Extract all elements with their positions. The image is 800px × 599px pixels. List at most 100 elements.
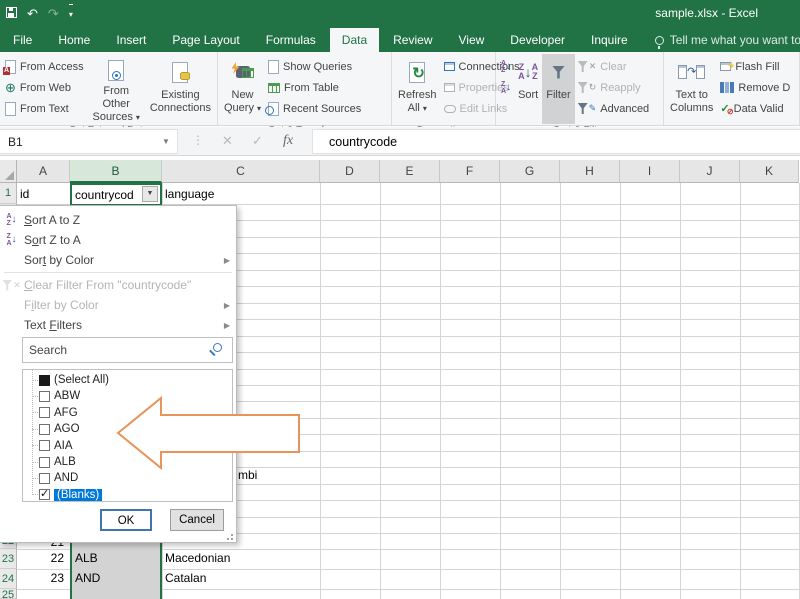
- reapply-button[interactable]: ↻Reapply: [575, 77, 652, 98]
- checkbox-mixed[interactable]: [39, 375, 50, 386]
- tell-me[interactable]: Tell me what you want to do...: [655, 28, 800, 52]
- cell-b24[interactable]: AND: [75, 571, 100, 585]
- button-label: Text to: [676, 89, 708, 102]
- flash-fill-button[interactable]: Flash Fill: [717, 56, 793, 77]
- ok-button[interactable]: OK: [100, 509, 152, 531]
- column-header-e[interactable]: E: [380, 160, 440, 183]
- filter-search-input[interactable]: [22, 337, 233, 363]
- cell-a23[interactable]: 22: [20, 551, 64, 565]
- column-header-h[interactable]: H: [560, 160, 620, 183]
- advanced-button[interactable]: ✎Advanced: [575, 98, 652, 119]
- show-queries-button[interactable]: Show Queries: [265, 56, 364, 77]
- text-to-columns-button[interactable]: ↷Text toColumns: [666, 54, 717, 124]
- sort-az-button[interactable]: AZ↓: [498, 56, 514, 77]
- tab-file[interactable]: File: [1, 28, 44, 52]
- column-header-k[interactable]: K: [740, 160, 799, 183]
- cancel-entry-icon[interactable]: ✕: [222, 133, 233, 149]
- qat-customize-icon[interactable]: ▾: [69, 4, 73, 24]
- column-header-c[interactable]: C: [162, 160, 320, 183]
- row-header-1[interactable]: 1: [0, 183, 17, 204]
- cell-c24[interactable]: Catalan: [165, 571, 206, 585]
- tab-formulas[interactable]: Formulas: [254, 28, 328, 52]
- filter-value-and[interactable]: AND: [23, 470, 232, 486]
- sort-za-button[interactable]: ZA↓: [498, 77, 514, 98]
- column-header-b[interactable]: B: [70, 160, 162, 183]
- tab-developer[interactable]: Developer: [498, 28, 577, 52]
- undo-icon[interactable]: ↶: [27, 5, 38, 23]
- checkbox-unchecked[interactable]: [39, 457, 50, 468]
- column-header-g[interactable]: G: [500, 160, 560, 183]
- new-query-button[interactable]: NewQuery ▾: [220, 54, 265, 124]
- menu-item-filter-by-color[interactable]: Filter by Color▶: [0, 295, 236, 315]
- cell-a24[interactable]: 23: [20, 571, 64, 585]
- redo-icon[interactable]: ↷: [48, 5, 59, 23]
- from-web-button[interactable]: ⊕From Web: [2, 77, 87, 98]
- checkbox-checked[interactable]: [39, 489, 50, 500]
- insert-function-icon[interactable]: fx: [283, 133, 293, 149]
- from-other-sources-button[interactable]: From OtherSources ▾: [87, 54, 146, 124]
- from-text-button[interactable]: From Text: [2, 98, 87, 119]
- b1-filter-dropdown-button[interactable]: ▼: [142, 186, 158, 202]
- column-header-d[interactable]: D: [320, 160, 380, 183]
- select-all-corner[interactable]: [0, 160, 17, 183]
- cancel-button[interactable]: Cancel: [170, 509, 224, 531]
- save-icon[interactable]: [6, 5, 17, 23]
- row-header-23[interactable]: 23: [0, 549, 17, 569]
- filter-value-alb[interactable]: ALB: [23, 454, 232, 470]
- cell-c1[interactable]: language: [165, 187, 214, 201]
- tab-data[interactable]: Data: [330, 28, 379, 52]
- ribbon-group-sort-filter: AZ↓ZA↓ZA↓AZSortFilter✕Clear↻Reapply✎Adva…: [496, 52, 664, 125]
- cell-a1[interactable]: id: [20, 187, 29, 201]
- row-header-24[interactable]: 24: [0, 569, 17, 589]
- data-valid-button[interactable]: ✓⊘Data Valid: [717, 98, 793, 119]
- checkbox-unchecked[interactable]: [39, 473, 50, 484]
- checkbox-unchecked[interactable]: [39, 424, 50, 435]
- filter-value-label: (Blanks): [54, 489, 102, 501]
- show-queries-icon: [268, 60, 279, 74]
- menu-resize-grip[interactable]: [225, 532, 233, 540]
- tab-review[interactable]: Review: [381, 28, 444, 52]
- tab-insert[interactable]: Insert: [104, 28, 158, 52]
- tab-page-layout[interactable]: Page Layout: [160, 28, 251, 52]
- menu-item-sort-a-to-z[interactable]: AZ↓Sort A to Z: [0, 210, 236, 230]
- formula-input[interactable]: countrycode: [312, 129, 800, 154]
- enter-entry-icon[interactable]: ✓: [252, 133, 263, 149]
- tab-view[interactable]: View: [447, 28, 497, 52]
- tab-home[interactable]: Home: [46, 28, 102, 52]
- filter-value-select-all[interactable]: (Select All): [23, 372, 232, 388]
- from-table-button[interactable]: From Table: [265, 77, 364, 98]
- name-box-caret-icon[interactable]: ▼: [162, 137, 170, 146]
- column-header-i[interactable]: I: [620, 160, 680, 183]
- sort-button[interactable]: ZA↓AZSort: [514, 54, 542, 124]
- filter-value-abw[interactable]: ABW: [23, 388, 232, 404]
- remove-d-button[interactable]: Remove D: [717, 77, 793, 98]
- filter-value-aia[interactable]: AIA: [23, 438, 232, 454]
- filter-value-ago[interactable]: AGO: [23, 421, 232, 437]
- formula-bar-splitter[interactable]: ⋮: [192, 133, 204, 147]
- submenu-arrow-icon: ▶: [224, 321, 230, 330]
- name-box[interactable]: B1: [0, 129, 178, 154]
- column-header-a[interactable]: A: [17, 160, 70, 183]
- row-header-25[interactable]: 25: [0, 589, 17, 599]
- checkbox-unchecked[interactable]: [39, 407, 50, 418]
- recent-sources-button[interactable]: Recent Sources: [265, 98, 364, 119]
- menu-item-sort-by-color[interactable]: Sort by Color▶: [0, 250, 236, 270]
- remove-duplicates-icon: [720, 82, 734, 93]
- filter-value-blanks[interactable]: (Blanks): [23, 487, 232, 502]
- menu-item-text-filters[interactable]: Text Filters▶: [0, 315, 236, 335]
- column-header-j[interactable]: J: [680, 160, 740, 183]
- menu-item-clear-filter-from-countrycode[interactable]: ✕Clear Filter From "countrycode": [0, 275, 236, 295]
- filter-button[interactable]: Filter: [542, 54, 574, 124]
- clear-button[interactable]: ✕Clear: [575, 56, 652, 77]
- cell-b23[interactable]: ALB: [75, 551, 98, 565]
- filter-value-afg[interactable]: AFG: [23, 405, 232, 421]
- refresh-all-button[interactable]: ↻RefreshAll ▾: [394, 54, 441, 124]
- checkbox-unchecked[interactable]: [39, 391, 50, 402]
- checkbox-unchecked[interactable]: [39, 440, 50, 451]
- cell-c23[interactable]: Macedonian: [165, 551, 230, 565]
- existing-connections-button[interactable]: ExistingConnections: [146, 54, 215, 124]
- tab-inquire[interactable]: Inquire: [579, 28, 640, 52]
- column-header-f[interactable]: F: [440, 160, 500, 183]
- from-access-button[interactable]: AFrom Access: [2, 56, 87, 77]
- menu-item-sort-z-to-a[interactable]: ZA↓Sort Z to A: [0, 230, 236, 250]
